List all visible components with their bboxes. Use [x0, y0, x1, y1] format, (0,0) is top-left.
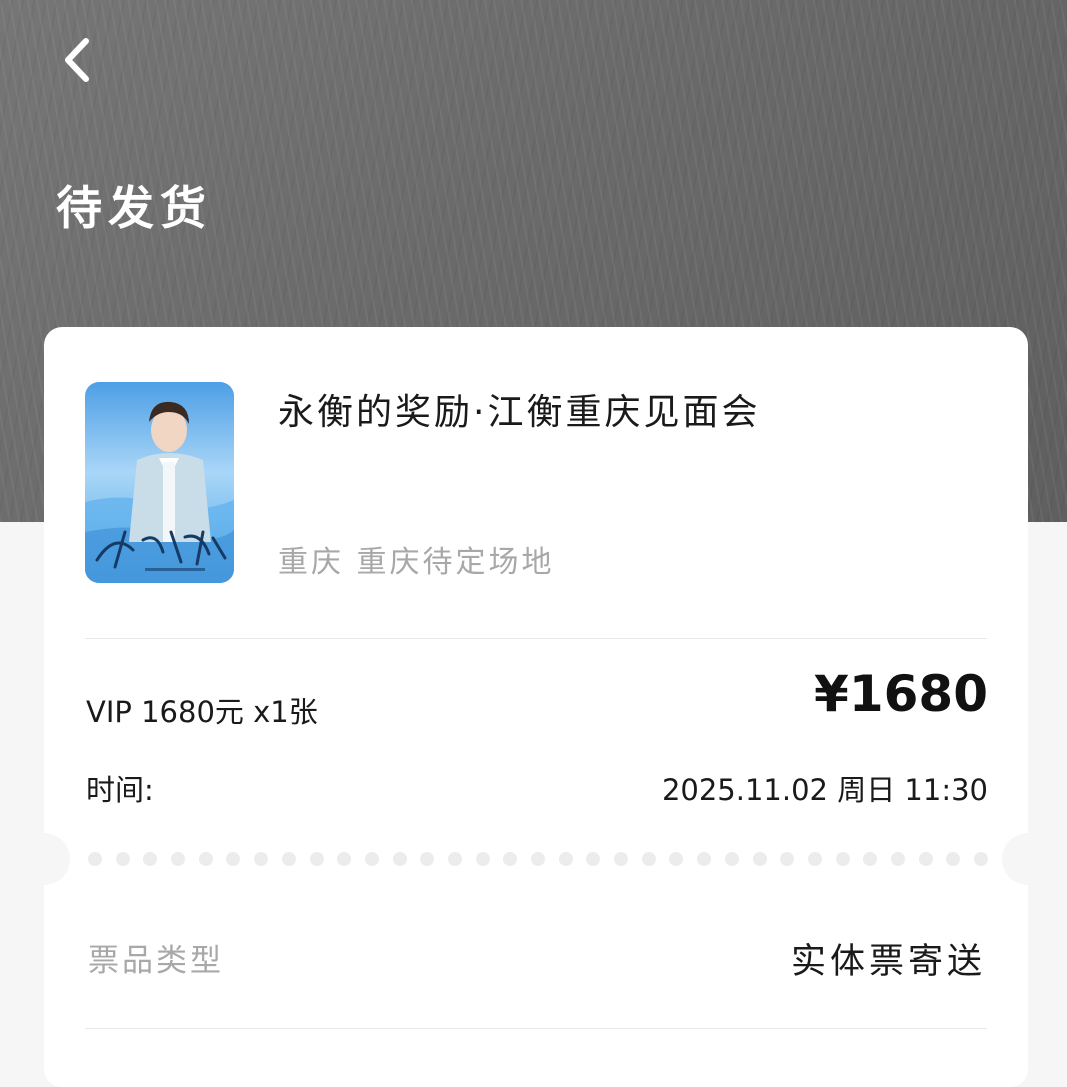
- back-button[interactable]: [50, 30, 110, 90]
- divider: [85, 1028, 987, 1029]
- ticket-type-value: 实体票寄送: [790, 942, 986, 982]
- perforation-dots: [88, 851, 988, 867]
- event-poster-image: [85, 382, 234, 583]
- order-price: ¥1680: [814, 665, 988, 723]
- ticket-notch-left: [18, 833, 70, 885]
- order-status-title: 待发货: [56, 181, 212, 235]
- event-venue: 重庆 重庆待定场地: [278, 545, 555, 580]
- ticket-spec: VIP 1680元 x1张: [86, 695, 318, 729]
- time-label: 时间:: [86, 773, 154, 807]
- event-title[interactable]: 永衡的奖励·江衡重庆见面会: [278, 383, 760, 435]
- ticket-type-label: 票品类型: [88, 943, 224, 979]
- divider: [85, 638, 987, 639]
- time-value: 2025.11.02 周日 11:30: [661, 773, 988, 807]
- ticket-notch-right: [1002, 833, 1054, 885]
- event-poster[interactable]: [85, 382, 234, 583]
- order-card: 永衡的奖励·江衡重庆见面会 重庆 重庆待定场地 VIP 1680元 x1张 ¥1…: [18, 327, 1054, 1087]
- chevron-left-icon: [65, 38, 89, 82]
